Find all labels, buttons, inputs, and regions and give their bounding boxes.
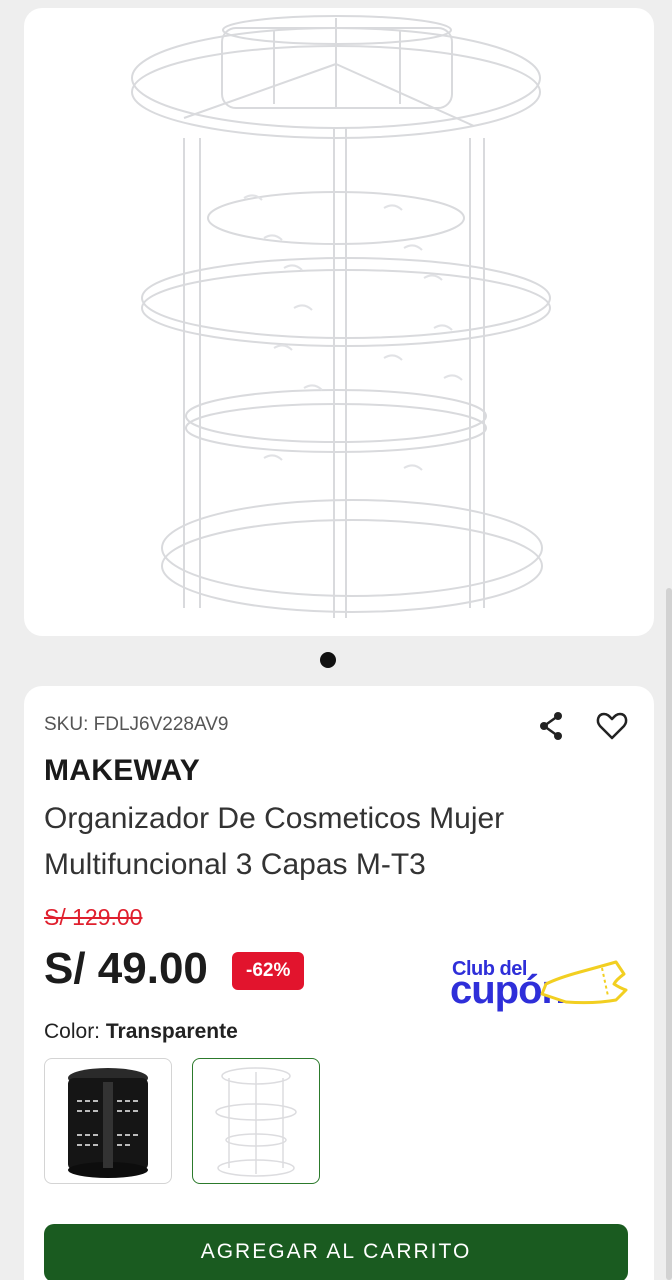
share-icon [540, 712, 562, 740]
color-option-black[interactable] [44, 1058, 172, 1184]
favorite-button[interactable] [594, 708, 630, 744]
product-image-card[interactable] [24, 8, 654, 636]
product-image [131, 15, 551, 618]
color-label: Color: Transparente [44, 1020, 238, 1044]
ticket-icon [540, 960, 628, 1005]
color-label-prefix: Color: [44, 1020, 101, 1043]
product-page: SKU: FDLJ6V228AV9 MAKEWAY Organizador De… [0, 0, 672, 1280]
sku-label: SKU: FDLJ6V228AV9 [44, 714, 229, 735]
page-scrollbar[interactable] [666, 588, 672, 1280]
carousel-dot-active[interactable] [320, 652, 336, 668]
add-to-cart-button[interactable]: AGREGAR AL CARRITO [44, 1224, 628, 1280]
black-organizer-thumbnail [68, 1068, 148, 1178]
color-option-transparent[interactable] [192, 1058, 320, 1184]
product-info-card: SKU: FDLJ6V228AV9 MAKEWAY Organizador De… [24, 686, 654, 1280]
share-button[interactable] [534, 708, 570, 744]
heart-icon [596, 712, 628, 740]
discount-badge: -62% [232, 952, 305, 990]
brand-name[interactable]: MAKEWAY [44, 754, 200, 788]
current-price: S/ 49.00 [44, 944, 208, 993]
old-price: S/ 129.00 [44, 904, 143, 930]
selected-color: Transparente [105, 1020, 238, 1043]
club-del-cupon-logo[interactable]: Club del cupón [448, 954, 628, 1014]
transparent-organizer-thumbnail [215, 1067, 297, 1177]
product-title: Organizador De Cosmeticos Mujer Multifun… [44, 802, 505, 881]
